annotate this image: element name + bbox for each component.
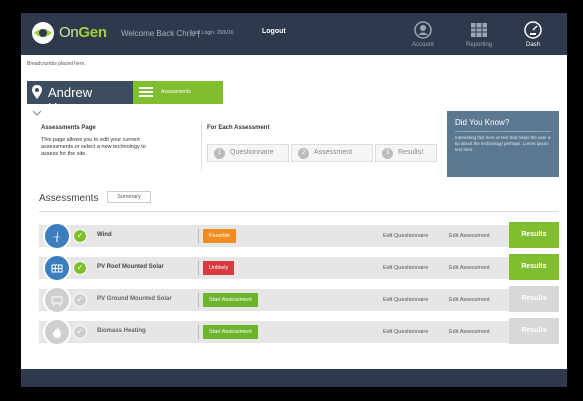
step-assessment: 2 Assessment <box>291 144 373 162</box>
footer-bar <box>21 369 567 387</box>
status-badge: Feasible <box>203 229 236 243</box>
solar-panel-icon <box>51 264 63 273</box>
did-you-know-title: Did You Know? <box>455 118 510 127</box>
divider <box>201 121 202 171</box>
divider <box>198 229 199 243</box>
divider <box>198 293 199 307</box>
breadcrumb: Breadcrumbs placed here. <box>27 61 86 67</box>
solar-ground-tech-icon-wrap <box>43 286 71 314</box>
results-button[interactable]: Results <box>509 254 559 280</box>
assessments-tab[interactable]: Assessments <box>133 81 223 104</box>
divider <box>455 131 551 132</box>
wind-tech-icon-wrap <box>43 222 71 250</box>
info-title: Assessments Page <box>41 125 96 131</box>
edit-questionnaire-link[interactable]: Edit Questionnaire <box>383 297 428 303</box>
last-login-text: Last Login: 20/6/16 <box>191 30 234 36</box>
welcome-text: Welcome Back Chris | <box>121 29 200 38</box>
assessment-steps: 1 Questionnaire 2 Assessment 3 Results! <box>207 144 439 162</box>
did-you-know-panel: Did You Know? Interesting fact here or t… <box>447 111 559 177</box>
status-badge: Unlikely <box>203 261 235 275</box>
assessment-name: Wind <box>97 232 112 238</box>
info-text: This page allows you to edit your curren… <box>41 137 146 157</box>
account-icon <box>414 21 432 39</box>
ongen-logo-icon <box>32 22 54 44</box>
summary-button[interactable]: Summary <box>107 191 151 203</box>
completed-check-icon: ✓ <box>73 229 87 243</box>
edit-assessment-link[interactable]: Edit Assessment <box>449 329 490 335</box>
edit-assessment-link[interactable]: Edit Assessment <box>449 233 490 239</box>
step-results: 3 Results! <box>375 144 437 162</box>
assessment-row-wind: ✓ Wind Feasible Edit Questionnaire Edit … <box>39 222 559 250</box>
property-name: Andrew House <box>48 85 93 115</box>
solar-ground-icon <box>51 296 63 306</box>
for-each-title: For Each Assessment <box>207 125 270 131</box>
assessment-name: PV Roof Mounted Solar <box>97 264 164 270</box>
start-assessment-button[interactable]: Start Assessment <box>203 293 258 307</box>
edit-assessment-link[interactable]: Edit Assessment <box>449 297 490 303</box>
location-pin-icon <box>32 85 42 99</box>
property-header: Andrew House <box>27 81 133 115</box>
menu-icon <box>139 87 153 97</box>
assessment-row-biomass: ✓ Biomass Heating Start Assessment Edit … <box>39 318 559 346</box>
results-button[interactable]: Results <box>509 222 559 248</box>
start-assessment-button[interactable]: Start Assessment <box>203 325 258 339</box>
assessment-row-pv-ground: ✓ PV Ground Mounted Solar Start Assessme… <box>39 286 559 314</box>
assessment-row-pv-roof: ✓ PV Roof Mounted Solar Unlikely Edit Qu… <box>39 254 559 282</box>
collapse-chevron-icon[interactable] <box>33 111 41 116</box>
app-frame: OnGen Welcome Back Chris | Last Login: 2… <box>21 13 567 387</box>
brand-name: OnGen <box>59 24 107 41</box>
edit-assessment-link[interactable]: Edit Assessment <box>449 265 490 271</box>
edit-questionnaire-link[interactable]: Edit Questionnaire <box>383 265 428 271</box>
nav-account[interactable]: Account <box>401 13 445 55</box>
divider <box>198 261 199 275</box>
assessment-name: Biomass Heating <box>97 328 146 334</box>
step-questionnaire: 1 Questionnaire <box>207 144 289 162</box>
top-bar: OnGen Welcome Back Chris | Last Login: 2… <box>21 13 567 55</box>
divider <box>198 325 199 339</box>
nav-dash[interactable]: Dash <box>511 13 555 55</box>
biomass-tech-icon-wrap <box>43 318 71 346</box>
edit-questionnaire-link[interactable]: Edit Questionnaire <box>383 233 428 239</box>
solar-tech-icon-wrap <box>43 254 71 282</box>
assessments-heading: Assessments <box>39 193 99 204</box>
pending-check-icon: ✓ <box>73 325 87 339</box>
edit-questionnaire-link[interactable]: Edit Questionnaire <box>383 329 428 335</box>
reporting-grid-icon <box>471 23 487 37</box>
dashboard-gauge-icon <box>524 21 542 39</box>
results-button: Results <box>509 286 559 312</box>
wind-turbine-icon <box>51 230 62 242</box>
did-you-know-body: Interesting fact here or text that helps… <box>455 135 551 152</box>
divider <box>39 211 559 212</box>
logout-link[interactable]: Logout <box>262 28 286 35</box>
completed-check-icon: ✓ <box>73 261 87 275</box>
nav-reporting[interactable]: Reporting <box>457 13 501 55</box>
assessment-name: PV Ground Mounted Solar <box>97 296 172 302</box>
biomass-flame-icon <box>53 327 61 338</box>
pending-check-icon: ✓ <box>73 293 87 307</box>
results-button: Results <box>509 318 559 344</box>
